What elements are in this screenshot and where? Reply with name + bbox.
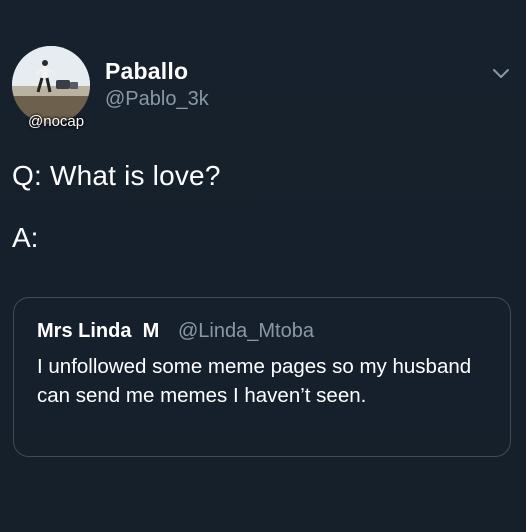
chevron-down-icon[interactable] bbox=[490, 62, 512, 84]
author-display-name[interactable]: Paballo bbox=[105, 58, 188, 85]
author-handle[interactable]: @Pablo_3k bbox=[105, 88, 209, 111]
quoted-author-name: Mrs Linda M bbox=[37, 320, 160, 342]
tweet-card: @nocap Paballo @Pablo_3k Q: What is love… bbox=[0, 0, 526, 532]
quoted-tweet[interactable]: Mrs Linda M @Linda_Mtoba I unfollowed so… bbox=[13, 297, 511, 457]
quoted-author-handle: @Linda_Mtoba bbox=[178, 320, 314, 342]
tweet-answer: A: bbox=[12, 222, 39, 253]
quoted-tweet-text: I unfollowed some meme pages so my husba… bbox=[37, 355, 472, 407]
tweet-question: Q: What is love? bbox=[12, 160, 221, 191]
avatar-watermark: @nocap bbox=[28, 113, 85, 130]
